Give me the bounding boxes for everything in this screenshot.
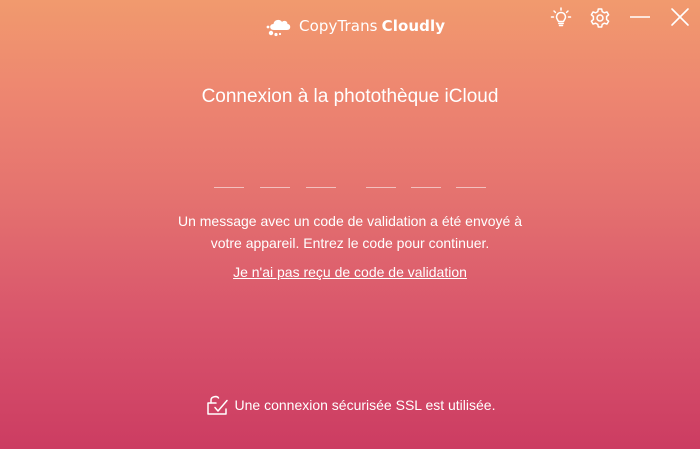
code-digit-4-field[interactable] — [366, 173, 396, 187]
app-name: CopyTrans Cloudly — [299, 17, 445, 35]
resend-code-container: Je n'ai pas reçu de code de validation — [0, 264, 700, 280]
code-digit-6[interactable] — [456, 173, 486, 188]
code-digit-2[interactable] — [260, 173, 290, 188]
lock-check-icon — [206, 395, 228, 415]
validation-message: Un message avec un code de validation a … — [0, 210, 700, 254]
code-digit-3[interactable] — [306, 173, 336, 188]
validation-code-input[interactable] — [0, 173, 700, 190]
code-digit-5[interactable] — [411, 173, 441, 188]
code-digit-5-field[interactable] — [411, 173, 441, 187]
cloud-logo-icon — [266, 19, 291, 37]
code-digit-3-field[interactable] — [306, 173, 336, 187]
code-digit-1-field[interactable] — [214, 173, 244, 187]
ssl-text: Une connexion sécurisée SSL est utilisée… — [234, 397, 496, 413]
app-name-bold: Cloudly — [381, 17, 446, 35]
app-name-light: CopyTrans — [299, 17, 378, 35]
close-icon — [671, 8, 689, 26]
app-window: CopyTrans Cloudly Connexion à la phototh… — [0, 0, 700, 449]
settings-button[interactable] — [588, 6, 612, 30]
app-brand: CopyTrans Cloudly — [265, 14, 445, 38]
page-title: Connexion à la photothèque iCloud — [201, 86, 499, 107]
resend-code-link[interactable]: Je n'ai pas reçu de code de validation — [233, 264, 467, 280]
tips-button[interactable] — [549, 6, 573, 30]
code-digit-2-field[interactable] — [260, 173, 290, 187]
code-digit-6-field[interactable] — [456, 173, 486, 187]
gear-icon — [590, 8, 610, 28]
lightbulb-icon — [550, 7, 572, 27]
title-bar: CopyTrans Cloudly — [0, 0, 700, 48]
close-button[interactable] — [668, 6, 692, 30]
validation-message-line-2: votre appareil. Entrez le code pour cont… — [210, 235, 490, 251]
ssl-notice: Une connexion sécurisée SSL est utilisée… — [0, 393, 700, 417]
minimize-button[interactable] — [628, 6, 652, 30]
minimize-icon — [630, 16, 650, 18]
validation-message-line-1: Un message avec un code de validation a … — [177, 213, 522, 229]
code-digit-1[interactable] — [214, 173, 244, 188]
code-digit-4[interactable] — [366, 173, 396, 188]
